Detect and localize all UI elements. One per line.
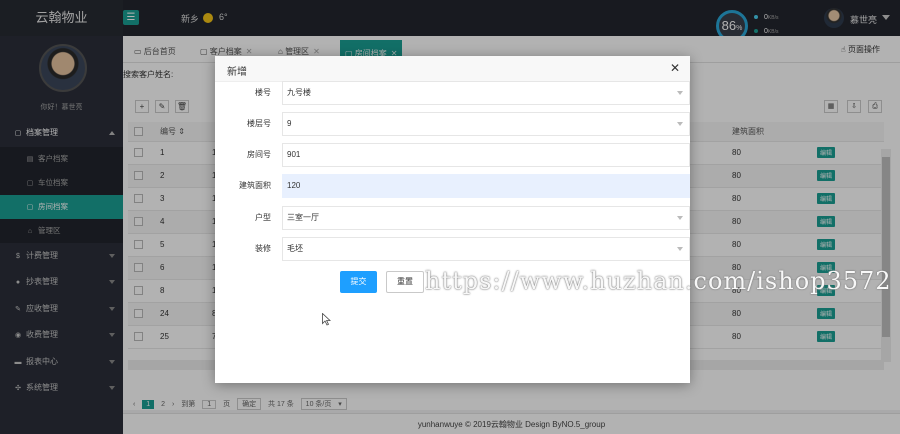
mouse-cursor-icon — [322, 312, 332, 328]
watermark-text: https://www.huzhan.com/ishop3572 — [425, 267, 892, 295]
area-input[interactable]: 120 — [282, 174, 690, 198]
decoration-select[interactable]: 毛坯 — [282, 237, 690, 261]
dialog-title: 新增 — [227, 67, 247, 78]
chevron-down-icon — [677, 122, 683, 126]
field-label: 装修 — [255, 244, 271, 253]
field-room-number: 房间号 901 — [215, 143, 690, 167]
field-label: 户型 — [255, 213, 271, 222]
floor-select[interactable]: 9 — [282, 112, 690, 136]
layout-select[interactable]: 三室一厅 — [282, 206, 690, 230]
field-label: 楼层号 — [247, 119, 271, 128]
field-floor: 楼层号 9 — [215, 112, 690, 136]
room-number-input[interactable]: 901 — [282, 143, 690, 167]
field-label: 房间号 — [247, 150, 271, 159]
field-layout: 户型 三室一厅 — [215, 206, 690, 230]
field-building: 楼号 九号楼 — [215, 81, 690, 105]
chevron-down-icon — [677, 247, 683, 251]
field-label: 楼号 — [255, 88, 271, 97]
dialog-header: 新增 ✕ — [215, 56, 690, 82]
close-icon[interactable]: ✕ — [670, 61, 680, 75]
add-room-dialog: 新增 ✕ 楼号 九号楼 楼层号 9 房间号 901 建筑面积 120 户型 三室… — [215, 56, 690, 383]
submit-button[interactable]: 提交 — [340, 271, 377, 293]
field-label: 建筑面积 — [239, 181, 271, 190]
field-area: 建筑面积 120 — [215, 174, 690, 198]
chevron-down-icon — [677, 216, 683, 220]
field-decoration: 装修 毛坯 — [215, 237, 690, 261]
reset-button[interactable]: 重置 — [386, 271, 424, 293]
building-select[interactable]: 九号楼 — [282, 81, 690, 105]
chevron-down-icon — [677, 91, 683, 95]
